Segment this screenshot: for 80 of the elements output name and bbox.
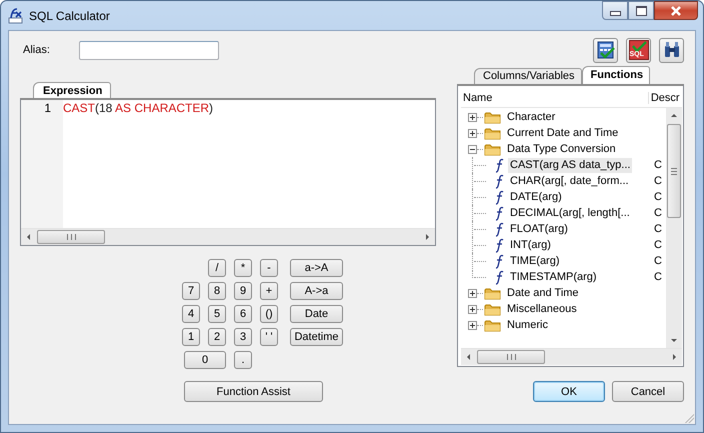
browser-tab[interactable]: Columns/Variables [474,68,582,84]
alias-label: Alias: [23,44,51,56]
function-item[interactable]: FLOAT(arg) [508,222,570,236]
folder-icon [484,110,501,124]
function-assist-button[interactable]: Function Assist [184,381,323,402]
browser-tab[interactable]: Functions [582,66,650,84]
tree-item[interactable]: Character [505,110,558,124]
vertical-scrollbar[interactable] [666,108,682,348]
function-item[interactable]: TIMESTAMP(arg) [508,270,599,284]
keypad-key[interactable]: 8 [208,282,226,300]
calculator-check-button[interactable] [593,38,618,62]
tree-item[interactable]: Numeric [505,318,550,332]
binoculars-button[interactable] [659,38,684,62]
keypad-key[interactable]: 2 [208,328,226,346]
keypad-key[interactable]: 4 [182,305,200,323]
keypad-key[interactable]: * [234,259,252,277]
horizontal-scrollbar[interactable] [461,348,682,365]
folder-icon [484,142,501,156]
keypad-key[interactable]: 6 [234,305,252,323]
alias-field[interactable] [79,40,219,60]
keypad-key[interactable]: - [260,259,278,277]
tree-item[interactable]: Date and Time [505,286,581,300]
keypad-key[interactable]: / [208,259,226,277]
expand-toggle[interactable] [468,288,477,298]
column-header[interactable]: Name [461,92,649,104]
description-cell-text: C [654,271,663,283]
function-item[interactable]: DECIMAL(arg[, length[... [508,206,632,220]
folder-icon [484,126,501,140]
function-item[interactable]: CAST(arg AS data_typ... [508,158,632,172]
close-button[interactable] [654,1,698,20]
keypad-key[interactable]: 5 [208,305,226,323]
keypad-key[interactable]: 7 [182,282,200,300]
folder-icon [484,318,501,332]
description-cell-text: C [654,159,663,171]
description-cell-text: C [654,239,663,251]
folder-icon [484,302,501,316]
ok-button[interactable]: OK [533,381,605,402]
function-item[interactable]: CHAR(arg[, date_form... [508,174,631,188]
expression-editor[interactable]: 1 CAST(18 AS CHARACTER) [20,98,436,246]
cancel-button[interactable]: Cancel [612,381,684,402]
maximize-button[interactable] [628,1,654,20]
expand-toggle[interactable] [468,128,477,138]
tree-item[interactable]: Miscellaneous [505,302,579,316]
keypad-key[interactable]: + [260,282,278,300]
function-item[interactable]: DATE(arg) [508,190,564,204]
keypad-key[interactable]: 1 [182,328,200,346]
keypad-key[interactable]: 3 [234,328,252,346]
keypad-key[interactable]: ' ' [260,328,278,346]
folder-icon [484,286,501,300]
description-cell-text: C [654,223,663,235]
collapse-toggle[interactable] [468,144,477,154]
keypad-key[interactable]: . [234,351,252,369]
code-line: CAST(18 AS CHARACTER) [63,100,214,117]
keypad-key[interactable]: 9 [234,282,252,300]
description-cell-text: C [654,207,663,219]
expand-toggle[interactable] [468,112,477,122]
keypad-key[interactable]: () [260,305,278,323]
description-cell-text: C [654,255,663,267]
line-number: 1 [43,100,52,117]
horizontal-scrollbar[interactable] [21,228,435,245]
description-cell-text: C [654,175,663,187]
function-item[interactable]: TIME(arg) [508,254,562,268]
close-icon [669,4,683,16]
function-item[interactable]: INT(arg) [508,238,553,252]
tree-item[interactable]: Data Type Conversion [505,142,618,156]
tree-item[interactable]: Current Date and Time [505,126,620,140]
minimize-button[interactable] [602,1,628,20]
keypad-key[interactable]: a->A [290,259,343,277]
formula-icon [6,7,23,24]
keypad-key[interactable]: Date [290,305,343,323]
calculator-icon [596,40,616,60]
keypad-key[interactable]: A->a [290,282,343,300]
keypad-key[interactable]: Datetime [290,328,343,346]
expression-tab[interactable]: Expression [33,82,112,98]
keypad-key[interactable]: 0 [184,351,226,369]
expand-toggle[interactable] [468,304,477,314]
column-header[interactable]: Descr [648,92,682,104]
window-title: SQL Calculator [29,8,110,22]
description-cell-text: C [654,191,663,203]
expand-toggle[interactable] [468,320,477,330]
